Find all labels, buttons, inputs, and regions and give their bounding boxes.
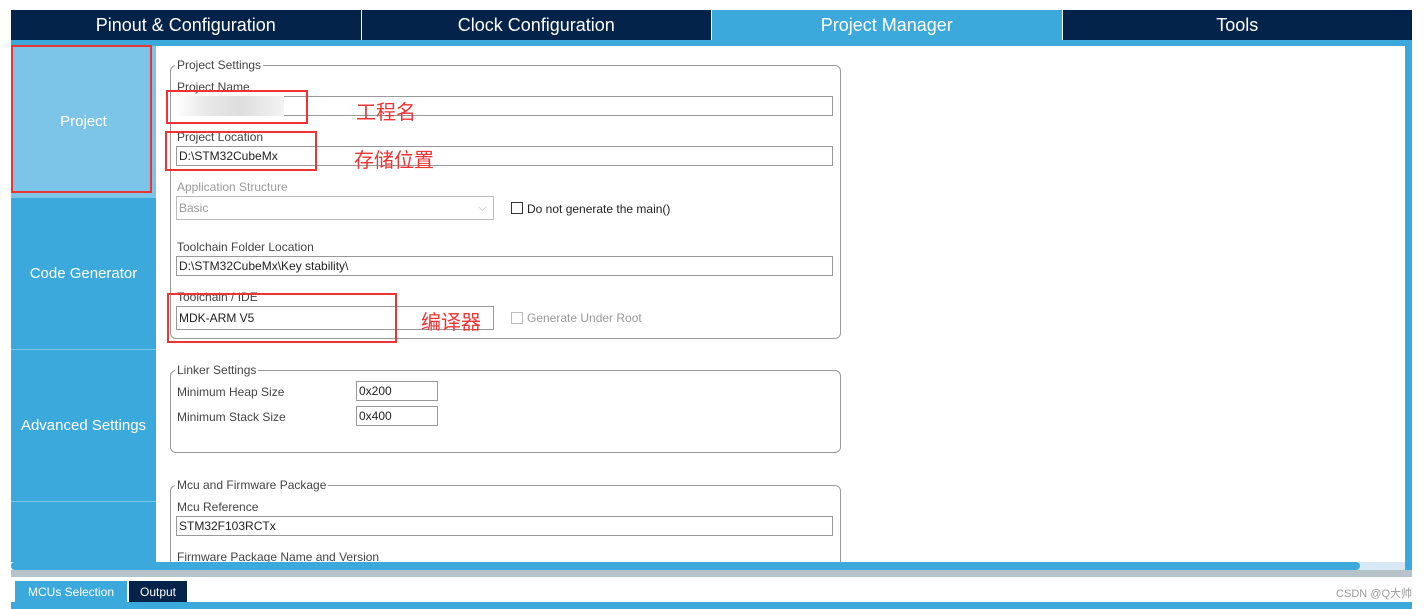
group-title: Mcu and Firmware Package (175, 478, 329, 492)
stack-input[interactable]: 0x400 (356, 406, 438, 426)
main-tabs: Pinout & Configuration Clock Configurati… (11, 10, 1412, 40)
do-not-generate-main-checkbox[interactable] (511, 202, 523, 214)
chevron-down-icon: ⌵ (477, 200, 487, 214)
group-title: Project Settings (175, 58, 264, 72)
sidebar-item-extra[interactable] (11, 502, 156, 562)
generate-under-root-checkbox[interactable] (511, 312, 523, 324)
generate-under-root-label: Generate Under Root (527, 311, 642, 325)
tab-pinout[interactable]: Pinout & Configuration (11, 10, 362, 40)
tab-clock[interactable]: Clock Configuration (362, 10, 712, 40)
app-structure-value: Basic (179, 201, 209, 215)
mcu-reference-label: Mcu Reference (177, 500, 259, 514)
annotation-box-name (166, 90, 308, 124)
annotation-box-location (165, 131, 317, 171)
toolchain-folder-label: Toolchain Folder Location (177, 240, 314, 254)
toolchain-folder-input[interactable]: D:\STM32CubeMx\Key stability\ (176, 256, 833, 276)
mcu-reference-input[interactable]: STM32F103RCTx (176, 516, 833, 536)
heap-input[interactable]: 0x200 (356, 381, 438, 401)
tab-project-manager[interactable]: Project Manager (712, 10, 1063, 40)
watermark: CSDN @Q大帅 (1336, 588, 1412, 600)
do-not-generate-main-label: Do not generate the main() (527, 202, 671, 216)
annotation-name: 工程名 (356, 102, 416, 124)
group-title: Linker Settings (175, 363, 259, 377)
annotation-location: 存储位置 (354, 150, 434, 172)
bottom-tab-mcus-selection[interactable]: MCUs Selection (15, 581, 127, 602)
firmware-label: Firmware Package Name and Version (177, 550, 380, 562)
sidebar-item-advanced-settings[interactable]: Advanced Settings (11, 350, 156, 502)
horizontal-scrollbar[interactable] (11, 562, 1360, 570)
app-structure-select[interactable]: Basic ⌵ (176, 196, 494, 220)
annotation-box-ide (167, 293, 397, 343)
heap-label: Minimum Heap Size (177, 385, 285, 399)
tab-tools[interactable]: Tools (1063, 10, 1413, 40)
vertical-scrollbar[interactable] (1405, 46, 1412, 332)
splitter[interactable] (11, 570, 1412, 577)
app-structure-label: Application Structure (177, 180, 288, 194)
bottom-tab-output[interactable]: Output (129, 581, 187, 602)
stack-label: Minimum Stack Size (177, 410, 286, 424)
sidebar-item-code-generator[interactable]: Code Generator (11, 198, 156, 350)
annotation-box-project (11, 45, 152, 193)
annotation-compiler: 编译器 (421, 312, 481, 334)
